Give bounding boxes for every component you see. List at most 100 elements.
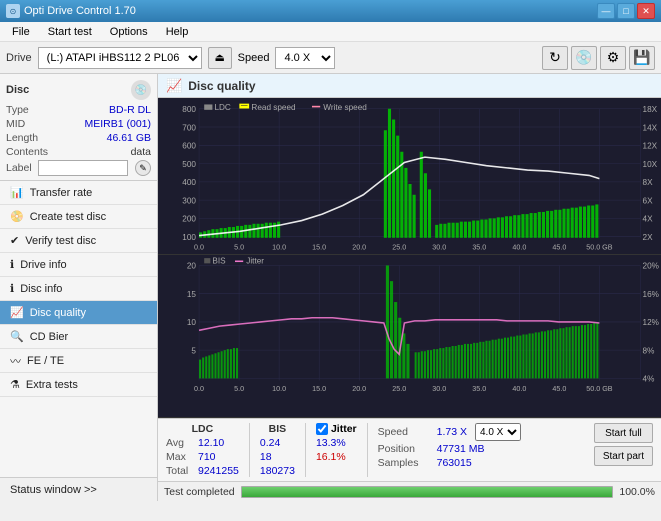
stats-jitter-max-row: 16.1% [316, 451, 357, 463]
svg-text:5: 5 [191, 346, 196, 355]
nav-item-disc-quality[interactable]: 📈 Disc quality [0, 301, 157, 325]
nav-item-fe-te[interactable]: 〰 FE / TE [0, 349, 157, 373]
save-button[interactable]: 💾 [629, 46, 655, 70]
minimize-button[interactable]: — [597, 3, 615, 19]
start-full-button[interactable]: Start full [594, 423, 653, 443]
eject-button[interactable]: ⏏ [208, 47, 232, 69]
nav-item-drive-info[interactable]: ℹ Drive info [0, 253, 157, 277]
svg-text:20.0: 20.0 [352, 384, 366, 393]
svg-text:30.0: 30.0 [432, 242, 446, 251]
svg-text:4X: 4X [643, 213, 653, 223]
chart-header-icon: 📈 [166, 78, 182, 94]
stats-max-label: Max [166, 451, 194, 463]
stats-bis-header: BIS [260, 423, 295, 435]
menu-start-test[interactable]: Start test [40, 24, 100, 40]
svg-text:35.0: 35.0 [472, 242, 486, 251]
nav-item-extra-tests[interactable]: ⚗ Extra tests [0, 373, 157, 397]
upper-chart-svg: 800 700 600 500 400 300 200 100 18X 14X … [158, 98, 661, 254]
svg-text:500: 500 [182, 159, 196, 169]
status-window-button[interactable]: Status window >> [0, 477, 157, 501]
nav-label-create-test-disc: Create test disc [30, 211, 106, 223]
svg-text:5.0: 5.0 [234, 242, 244, 251]
stats-ldc-col: LDC Avg 12.10 Max 710 Total 9241255 [166, 423, 239, 477]
stats-divider-1 [249, 423, 250, 477]
nav-item-verify-test-disc[interactable]: ✔ Verify test disc [0, 229, 157, 253]
speed-select[interactable]: 4.0 X [275, 47, 335, 69]
disc-button[interactable]: 💿 [571, 46, 597, 70]
nav-item-disc-info[interactable]: ℹ Disc info [0, 277, 157, 301]
svg-text:800: 800 [182, 104, 196, 114]
window-controls: — □ ✕ [597, 3, 655, 19]
close-button[interactable]: ✕ [637, 3, 655, 19]
svg-text:14X: 14X [643, 122, 658, 132]
drive-select[interactable]: (L:) ATAPI iHBS112 2 PL06 [38, 47, 202, 69]
menu-options[interactable]: Options [102, 24, 156, 40]
svg-text:0.0: 0.0 [194, 384, 204, 393]
svg-text:300: 300 [182, 195, 196, 205]
charts-area: 800 700 600 500 400 300 200 100 18X 14X … [158, 98, 661, 418]
label-edit-button[interactable]: ✎ [135, 160, 151, 176]
menu-file[interactable]: File [4, 24, 38, 40]
disc-length-value: 46.61 GB [107, 132, 151, 144]
jitter-check: Jitter [316, 423, 357, 435]
maximize-button[interactable]: □ [617, 3, 635, 19]
stats-total-label: Total [166, 465, 194, 477]
app-icon: ⊙ [6, 4, 20, 18]
svg-text:6X: 6X [643, 195, 653, 205]
svg-text:100: 100 [182, 232, 196, 242]
stats-bis-col: BIS 0.24 18 180273 [260, 423, 295, 477]
nav-icon-extra-tests: ⚗ [10, 378, 20, 391]
jitter-checkbox[interactable] [316, 423, 328, 435]
refresh-button[interactable]: ↻ [542, 46, 568, 70]
action-buttons: Start full Start part [594, 423, 653, 466]
stats-bis-avg-row: 0.24 [260, 437, 295, 449]
svg-text:Write speed: Write speed [323, 102, 367, 112]
start-part-button[interactable]: Start part [594, 446, 653, 466]
svg-text:25.0: 25.0 [392, 242, 406, 251]
nav-item-transfer-rate[interactable]: 📊 Transfer rate [0, 181, 157, 205]
nav-label-cd-bier: CD Bier [30, 331, 69, 343]
menu-help[interactable]: Help [158, 24, 197, 40]
toolbar-icons: ↻ 💿 ⚙ 💾 [542, 46, 655, 70]
nav-icon-transfer-rate: 📊 [10, 186, 24, 199]
svg-text:10.0: 10.0 [272, 242, 286, 251]
nav-icon-create-test-disc: 📀 [10, 210, 24, 223]
svg-text:Read speed: Read speed [251, 102, 296, 112]
upper-chart: 800 700 600 500 400 300 200 100 18X 14X … [158, 98, 661, 255]
settings-button[interactable]: ⚙ [600, 46, 626, 70]
nav-item-cd-bier[interactable]: 🔍 CD Bier [0, 325, 157, 349]
svg-text:BIS: BIS [212, 256, 226, 265]
disc-type-label: Type [6, 104, 29, 116]
disc-label-input[interactable] [38, 160, 128, 176]
main-content: Disc 💿 Type BD-R DL MID MEIRB1 (001) Len… [0, 74, 661, 501]
svg-text:25.0: 25.0 [392, 384, 406, 393]
svg-text:5.0: 5.0 [234, 384, 244, 393]
nav-icon-fe-te: 〰 [10, 353, 21, 369]
svg-text:20%: 20% [643, 261, 660, 270]
svg-text:2X: 2X [643, 232, 653, 242]
stats-bis-max: 18 [260, 451, 272, 463]
samples-row: Samples 763015 [378, 457, 521, 469]
stats-bis-total: 180273 [260, 465, 295, 477]
disc-mid-row: MID MEIRB1 (001) [6, 118, 151, 130]
disc-contents-row: Contents data [6, 146, 151, 158]
svg-text:Jitter: Jitter [246, 256, 264, 265]
right-panel: 📈 Disc quality [158, 74, 661, 501]
nav-item-create-test-disc[interactable]: 📀 Create test disc [0, 205, 157, 229]
progress-percent: 100.0% [619, 486, 655, 498]
disc-label-row: Label ✎ [6, 160, 151, 176]
nav-icon-drive-info: ℹ [10, 258, 14, 271]
jitter-label: Jitter [331, 423, 357, 435]
position-row: Position 47731 MB [378, 443, 521, 455]
progress-status: Test completed [164, 486, 235, 498]
samples-value: 763015 [437, 457, 472, 469]
speed-info: Speed 1.73 X 4.0 X Position 47731 MB Sam… [378, 423, 521, 469]
svg-text:15.0: 15.0 [312, 242, 326, 251]
stats-divider-2 [305, 423, 306, 477]
stats-bis-max-row: 18 [260, 451, 295, 463]
stats-jitter-avg-row: 13.3% [316, 437, 357, 449]
svg-text:20: 20 [187, 261, 197, 270]
speed-dropdown[interactable]: 4.0 X [475, 423, 521, 441]
speed-label: Speed [238, 52, 270, 64]
nav-list: 📊 Transfer rate 📀 Create test disc ✔ Ver… [0, 181, 157, 477]
